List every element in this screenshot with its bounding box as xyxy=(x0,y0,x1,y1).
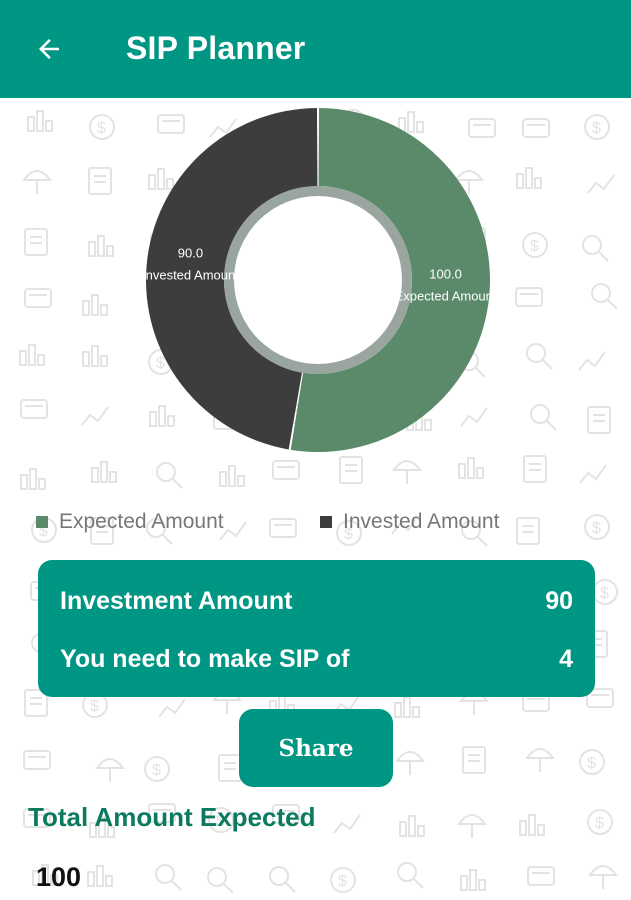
donut-chart: 100.0 Expected Amount 90.0 Invested Amount xyxy=(140,100,500,460)
slice-value-label: 100.0 xyxy=(429,267,462,282)
svg-text:$: $ xyxy=(600,585,609,602)
legend-label-invested: Invested Amount xyxy=(343,510,500,533)
page-title: SIP Planner xyxy=(126,30,306,66)
investment-row: Investment Amount 90 xyxy=(60,587,573,616)
app-bar: SIP Planner xyxy=(0,0,631,98)
svg-text:$: $ xyxy=(530,238,539,255)
slice-name-label: Invested Amount xyxy=(142,267,239,282)
investment-value: 90 xyxy=(545,587,573,615)
arrow-left-icon xyxy=(39,39,59,59)
svg-text:$: $ xyxy=(97,120,106,137)
investment-label: Investment Amount xyxy=(60,587,293,615)
total-amount-value: 100 xyxy=(36,862,82,892)
legend-item-expected: Expected Amount xyxy=(36,510,224,534)
svg-text:$: $ xyxy=(152,762,161,779)
sip-row: You need to make SIP of 4 xyxy=(60,645,573,674)
result-card: Investment Amount 90 You need to make SI… xyxy=(38,560,595,697)
sip-value: 4 xyxy=(559,645,573,673)
svg-text:$: $ xyxy=(587,755,596,772)
legend-label-expected: Expected Amount xyxy=(59,510,224,533)
back-button[interactable] xyxy=(28,28,70,70)
slice-value-label: 90.0 xyxy=(178,245,203,260)
slice-name-label: Expected Amount xyxy=(395,289,497,304)
svg-text:$: $ xyxy=(338,873,347,890)
chart-legend: Expected Amount Invested Amount xyxy=(36,510,596,540)
legend-swatch-expected xyxy=(36,516,48,528)
legend-swatch-invested xyxy=(320,516,332,528)
share-button[interactable]: Share xyxy=(239,709,393,787)
svg-text:$: $ xyxy=(90,698,99,715)
donut-hole xyxy=(234,196,402,364)
svg-text:$: $ xyxy=(592,120,601,137)
svg-text:$: $ xyxy=(595,815,604,832)
total-amount-label: Total Amount Expected xyxy=(28,802,316,832)
sip-label: You need to make SIP of xyxy=(60,645,350,673)
legend-item-invested: Invested Amount xyxy=(320,510,499,534)
